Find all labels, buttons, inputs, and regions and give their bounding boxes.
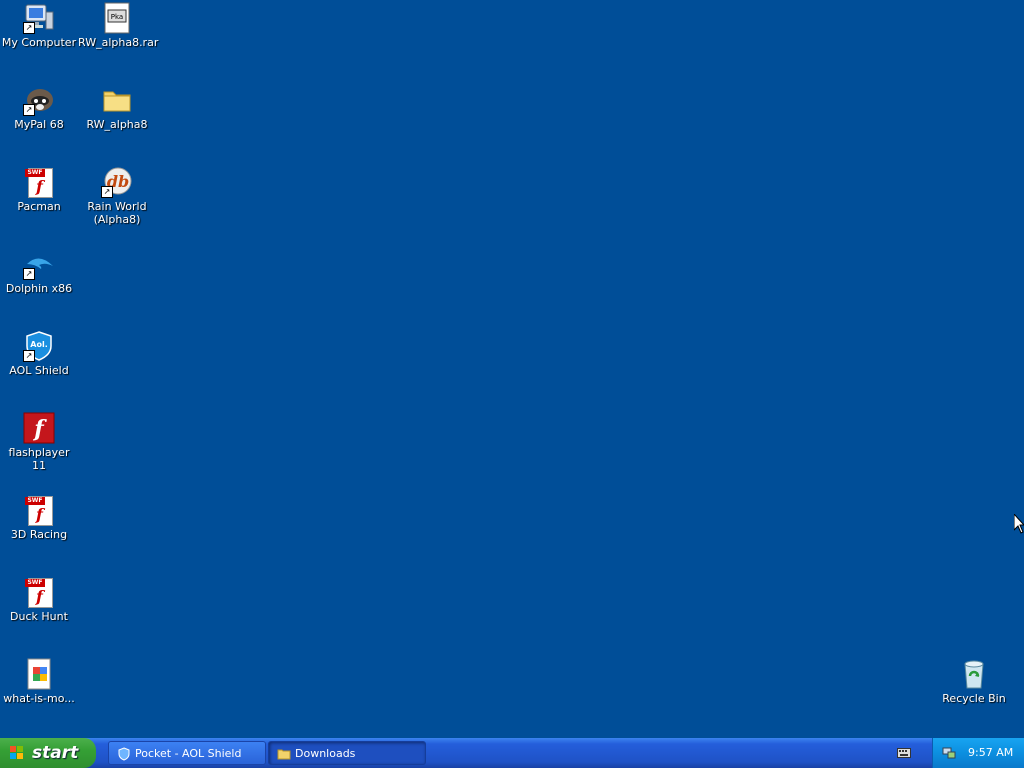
desktop-icon-label: flashplayer 11 [8,446,70,472]
desktop-icon-label: My Computer [1,36,77,49]
mypal-icon: ↗ [23,84,55,116]
desktop-icon-label: AOL Shield [9,364,69,377]
shortcut-arrow-icon: ↗ [101,186,113,198]
desktop-icon-label: RW_alpha8 [86,118,148,131]
aol-shield-icon [118,747,130,761]
desktop-icon-label: RW_alpha8.rar [78,36,159,49]
flash-player-icon: f [23,412,55,444]
desktop-icon-mypal[interactable]: ↗ MyPal 68 [0,84,78,131]
desktop-icon-rw-alpha8-folder[interactable]: RW_alpha8 [78,84,156,131]
recycle-bin-icon [958,658,990,690]
desktop-icon-label: Rain World (Alpha8) [87,200,147,226]
desktop-icon-label: Recycle Bin [942,692,1006,705]
desktop-icon-my-computer[interactable]: ↗ My Computer [0,2,78,49]
taskbar-button-downloads[interactable]: Downloads [268,741,426,765]
taskbar-button-label: Pocket - AOL Shield [135,747,242,760]
desktop-icon-what-is-mo[interactable]: what-is-mo... [0,658,78,705]
desktop-icon-dolphin[interactable]: ↗ Dolphin x86 [0,248,78,295]
shortcut-arrow-icon: ↗ [23,350,35,362]
start-button[interactable]: start [0,738,96,768]
folder-icon [277,749,291,760]
desktop-icon-label: 3D Racing [10,528,68,541]
desktop-icon-3d-racing[interactable]: SWF f 3D Racing [0,494,78,541]
desktop-icon-flashplayer[interactable]: f flashplayer 11 [0,412,78,472]
system-tray: 9:57 AM [932,738,1024,768]
swf-file-icon: SWF f [23,494,55,526]
desktop-icon-duck-hunt[interactable]: SWF f Duck Hunt [0,576,78,623]
swf-file-icon: SWF f [23,576,55,608]
desktop-icon-label: MyPal 68 [14,118,64,131]
mouse-cursor-icon [1014,514,1024,534]
desktop-icon-aol-shield[interactable]: Aol. ↗ AOL Shield [0,330,78,377]
aol-shield-icon: Aol. ↗ [23,330,55,362]
taskbar-button-aol-shield[interactable]: Pocket - AOL Shield [108,741,266,765]
folder-icon [101,84,133,116]
network-icon[interactable] [942,746,956,760]
shortcut-arrow-icon: ↗ [23,104,35,116]
keyboard-icon[interactable] [897,748,911,758]
desktop-icon-label: Pacman [17,200,61,213]
dolphin-icon: ↗ [23,248,55,280]
aol-badge-text: Aol. [30,340,47,349]
windows-flag-icon [10,746,23,759]
desktop-icon-pacman[interactable]: SWF f Pacman [0,166,78,213]
my-computer-icon: ↗ [23,2,55,34]
image-file-icon [23,658,55,690]
desktop-icon-label: Dolphin x86 [5,282,73,295]
desktop-icon-recycle-bin[interactable]: Recycle Bin [935,658,1013,705]
desktop: ↗ My Computer Pka RW_alpha8.rar ↗ MyPal … [0,0,1024,738]
taskbar-button-label: Downloads [295,747,356,760]
shortcut-arrow-icon: ↗ [23,268,35,280]
desktop-icon-label: what-is-mo... [3,692,75,705]
desktop-icon-label: Duck Hunt [10,610,68,623]
rar-tag-text: Pka [111,13,123,21]
desktop-icon-rw-alpha8-rar[interactable]: Pka RW_alpha8.rar [78,2,159,49]
clock[interactable]: 9:57 AM [968,738,1013,768]
swf-file-icon: SWF f [23,166,55,198]
shortcut-arrow-icon: ↗ [23,22,35,34]
taskbar: start Pocket - AOL Shield Downloads 9:57… [0,738,1024,768]
rar-file-icon: Pka [101,2,133,34]
rain-world-icon: db ↗ [101,166,133,198]
desktop-icon-rain-world[interactable]: db ↗ Rain World (Alpha8) [78,166,156,226]
start-label: start [32,743,79,763]
